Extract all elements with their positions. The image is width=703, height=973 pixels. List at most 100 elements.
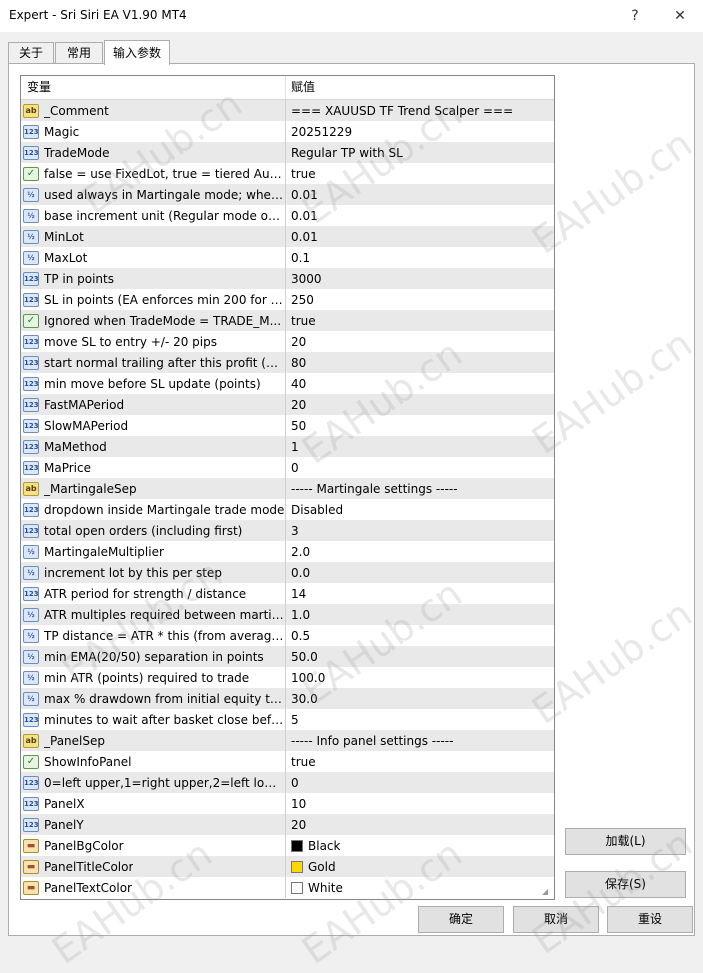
variable-cell[interactable]: 123 MaMethod: [21, 436, 286, 457]
value-cell[interactable]: 40: [286, 373, 554, 394]
value-cell[interactable]: 20: [286, 814, 554, 835]
table-row[interactable]: ½ TP distance = ATR * this (from average …: [21, 625, 554, 646]
variable-cell[interactable]: 123 Magic: [21, 121, 286, 142]
value-cell[interactable]: 20: [286, 331, 554, 352]
value-cell[interactable]: 0.01: [286, 205, 554, 226]
table-row[interactable]: 123 FastMAPeriod 20: [21, 394, 554, 415]
table-row[interactable]: 123 MaPrice 0: [21, 457, 554, 478]
table-row[interactable]: 123 PanelY 20: [21, 814, 554, 835]
tab-inputs[interactable]: 输入参数: [104, 40, 170, 65]
variable-cell[interactable]: ab _PanelSep: [21, 730, 286, 751]
value-cell[interactable]: 50.0: [286, 646, 554, 667]
table-row[interactable]: 123 SL in points (EA enforces min 200 for…: [21, 289, 554, 310]
value-cell[interactable]: Regular TP with SL: [286, 142, 554, 163]
value-cell[interactable]: === XAUUSD TF Trend Scalper ===: [286, 100, 554, 121]
value-cell[interactable]: 20251229: [286, 121, 554, 142]
value-cell[interactable]: true: [286, 310, 554, 331]
table-row[interactable]: ▬ PanelTextColor White: [21, 877, 554, 898]
variable-cell[interactable]: 123 TP in points: [21, 268, 286, 289]
table-row[interactable]: ▬ PanelTitleColor Gold: [21, 856, 554, 877]
variable-cell[interactable]: 123 SL in points (EA enforces min 200 for…: [21, 289, 286, 310]
table-row[interactable]: ½ used always in Martingale mode; when ..…: [21, 184, 554, 205]
header-value[interactable]: 赋值: [286, 76, 554, 99]
variable-cell[interactable]: ½ MinLot: [21, 226, 286, 247]
cancel-button[interactable]: 取消: [513, 906, 599, 933]
variable-cell[interactable]: ▬ PanelTitleColor: [21, 856, 286, 877]
value-cell[interactable]: 0.0: [286, 562, 554, 583]
header-variable[interactable]: 变量: [21, 76, 286, 99]
inputs-grid[interactable]: 变量 赋值 ab _Comment === XAUUSD TF Trend Scal…: [20, 75, 555, 900]
variable-cell[interactable]: ½ used always in Martingale mode; when ..…: [21, 184, 286, 205]
close-icon[interactable]: ✕: [665, 4, 695, 28]
table-row[interactable]: 123 PanelX 10: [21, 793, 554, 814]
ok-button[interactable]: 确定: [418, 906, 504, 933]
value-cell[interactable]: 0.5: [286, 625, 554, 646]
value-cell[interactable]: 1.0: [286, 604, 554, 625]
variable-cell[interactable]: 123 ATR period for strength / distance: [21, 583, 286, 604]
table-row[interactable]: 123 start normal trailing after this prof…: [21, 352, 554, 373]
value-cell[interactable]: 50: [286, 415, 554, 436]
save-button[interactable]: 保存(S): [565, 871, 686, 898]
table-row[interactable]: ✓ Ignored when TradeMode = TRADE_M... true: [21, 310, 554, 331]
table-row[interactable]: 123 TradeMode Regular TP with SL: [21, 142, 554, 163]
table-row[interactable]: ½ base increment unit (Regular mode only)…: [21, 205, 554, 226]
table-row[interactable]: ½ min EMA(20/50) separation in points 50.0: [21, 646, 554, 667]
table-row[interactable]: ½ ATR multiples required between martin..…: [21, 604, 554, 625]
variable-cell[interactable]: ✓ Ignored when TradeMode = TRADE_M...: [21, 310, 286, 331]
value-cell[interactable]: 5: [286, 709, 554, 730]
table-row[interactable]: ½ MaxLot 0.1: [21, 247, 554, 268]
value-cell[interactable]: true: [286, 163, 554, 184]
variable-cell[interactable]: 123 PanelX: [21, 793, 286, 814]
reset-button[interactable]: 重设: [607, 906, 693, 933]
table-row[interactable]: 123 TP in points 3000: [21, 268, 554, 289]
table-row[interactable]: ½ MinLot 0.01: [21, 226, 554, 247]
tab-common[interactable]: 常用: [55, 42, 103, 64]
value-cell[interactable]: 0.1: [286, 247, 554, 268]
variable-cell[interactable]: ½ min EMA(20/50) separation in points: [21, 646, 286, 667]
table-row[interactable]: 123 move SL to entry +/- 20 pips 20: [21, 331, 554, 352]
variable-cell[interactable]: 123 min move before SL update (points): [21, 373, 286, 394]
value-cell[interactable]: Black: [286, 835, 554, 856]
variable-cell[interactable]: 123 0=left upper,1=right upper,2=left low…: [21, 772, 286, 793]
variable-cell[interactable]: ab _MartingaleSep: [21, 478, 286, 499]
table-row[interactable]: ½ increment lot by this per step 0.0: [21, 562, 554, 583]
value-cell[interactable]: Gold: [286, 856, 554, 877]
value-cell[interactable]: 10: [286, 793, 554, 814]
variable-cell[interactable]: ½ max % drawdown from initial equity to .…: [21, 688, 286, 709]
variable-cell[interactable]: 123 TradeMode: [21, 142, 286, 163]
table-row[interactable]: ✓ false = use FixedLot, true = tiered Aut…: [21, 163, 554, 184]
table-row[interactable]: 123 dropdown inside Martingale trade mode…: [21, 499, 554, 520]
value-cell[interactable]: ----- Martingale settings -----: [286, 478, 554, 499]
value-cell[interactable]: Disabled: [286, 499, 554, 520]
value-cell[interactable]: 3: [286, 520, 554, 541]
variable-cell[interactable]: 123 move SL to entry +/- 20 pips: [21, 331, 286, 352]
value-cell[interactable]: 250: [286, 289, 554, 310]
table-row[interactable]: 123 0=left upper,1=right upper,2=left low…: [21, 772, 554, 793]
table-row[interactable]: ✓ ShowInfoPanel true: [21, 751, 554, 772]
variable-cell[interactable]: ½ ATR multiples required between martin..…: [21, 604, 286, 625]
variable-cell[interactable]: ½ MartingaleMultiplier: [21, 541, 286, 562]
value-cell[interactable]: 0.01: [286, 184, 554, 205]
value-cell[interactable]: 3000: [286, 268, 554, 289]
value-cell[interactable]: true: [286, 751, 554, 772]
variable-cell[interactable]: 123 SlowMAPeriod: [21, 415, 286, 436]
help-icon[interactable]: ?: [620, 4, 650, 28]
variable-cell[interactable]: ✓ false = use FixedLot, true = tiered Aut…: [21, 163, 286, 184]
value-cell[interactable]: 30.0: [286, 688, 554, 709]
value-cell[interactable]: 0.01: [286, 226, 554, 247]
value-cell[interactable]: 0: [286, 772, 554, 793]
variable-cell[interactable]: ½ MaxLot: [21, 247, 286, 268]
variable-cell[interactable]: ½ increment lot by this per step: [21, 562, 286, 583]
table-row[interactable]: 123 SlowMAPeriod 50: [21, 415, 554, 436]
value-cell[interactable]: 0: [286, 457, 554, 478]
table-row[interactable]: ab _MartingaleSep ----- Martingale setting…: [21, 478, 554, 499]
table-row[interactable]: 123 min move before SL update (points) 40: [21, 373, 554, 394]
variable-cell[interactable]: 123 MaPrice: [21, 457, 286, 478]
variable-cell[interactable]: ▬ PanelBgColor: [21, 835, 286, 856]
value-cell[interactable]: 80: [286, 352, 554, 373]
variable-cell[interactable]: 123 FastMAPeriod: [21, 394, 286, 415]
variable-cell[interactable]: ½ TP distance = ATR * this (from average …: [21, 625, 286, 646]
value-cell[interactable]: ----- Info panel settings -----: [286, 730, 554, 751]
value-cell[interactable]: 2.0: [286, 541, 554, 562]
table-row[interactable]: ab _PanelSep ----- Info panel settings ---…: [21, 730, 554, 751]
